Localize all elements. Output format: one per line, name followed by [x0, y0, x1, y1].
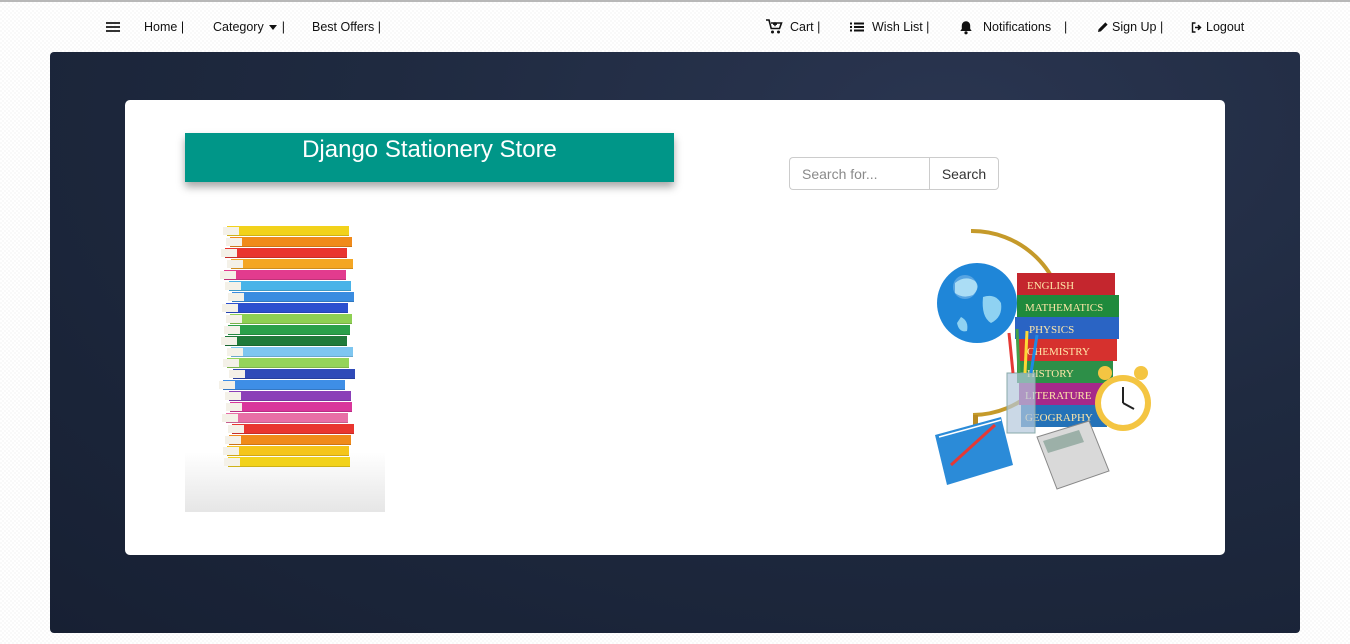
nav-logout-label: Logout [1206, 20, 1245, 34]
search-button[interactable]: Search [929, 157, 999, 190]
nav-sign-up-label: Sign Up | [1112, 20, 1164, 34]
nav-cart[interactable]: Cart | [765, 2, 820, 52]
caret-down-icon [268, 24, 277, 30]
nav-category-label: Category [213, 20, 264, 34]
nav-home-label: Home | [144, 20, 185, 34]
list-icon [849, 21, 865, 33]
hamburger-menu-icon [105, 21, 121, 33]
hero-card: Django Stationery Store Search for... Se… [125, 100, 1225, 555]
separator-text: | [1064, 20, 1068, 34]
nav-wish-list[interactable]: Wish List | [849, 2, 929, 52]
logout-icon [1191, 21, 1202, 33]
search-input[interactable] [789, 157, 929, 190]
nav-category[interactable]: Category | [213, 2, 285, 52]
nav-notifications-label: Notifications [983, 20, 1052, 34]
hero-banner: Django Stationery Store Search for... Se… [50, 52, 1300, 633]
bell-icon [959, 20, 973, 35]
nav-sign-up[interactable]: Sign Up | [1097, 2, 1163, 52]
svg-text:MATHEMATICS: MATHEMATICS [1025, 302, 1103, 314]
pencil-icon [1097, 21, 1109, 33]
nav-best-offers[interactable]: Best Offers | [312, 2, 381, 52]
nav-home[interactable]: Home | [144, 2, 184, 52]
nav-notifications[interactable]: Notifications [959, 2, 1051, 52]
shopping-cart-icon [765, 19, 783, 35]
svg-text:ENGLISH: ENGLISH [1027, 280, 1074, 292]
nav-category-separator: | [281, 20, 285, 34]
nav-notifications-separator: | [1064, 2, 1067, 52]
store-title: Django Stationery Store [185, 133, 674, 182]
nav-cart-label: Cart | [790, 20, 821, 34]
navbar: Home | Category | Best Offers | Cart | W… [0, 2, 1350, 52]
nav-logout[interactable]: Logout [1191, 2, 1244, 52]
nav-wish-list-label: Wish List | [872, 20, 930, 34]
book-stack-image [185, 222, 385, 512]
nav-best-offers-label: Best Offers | [312, 20, 382, 34]
svg-text:PHYSICS: PHYSICS [1029, 324, 1074, 336]
school-supplies-image: ENGLISH MATHEMATICS PHYSICS CHEMISTRY HI… [915, 225, 1165, 513]
search-form: Search [789, 157, 999, 190]
menu-toggle[interactable] [105, 2, 128, 52]
